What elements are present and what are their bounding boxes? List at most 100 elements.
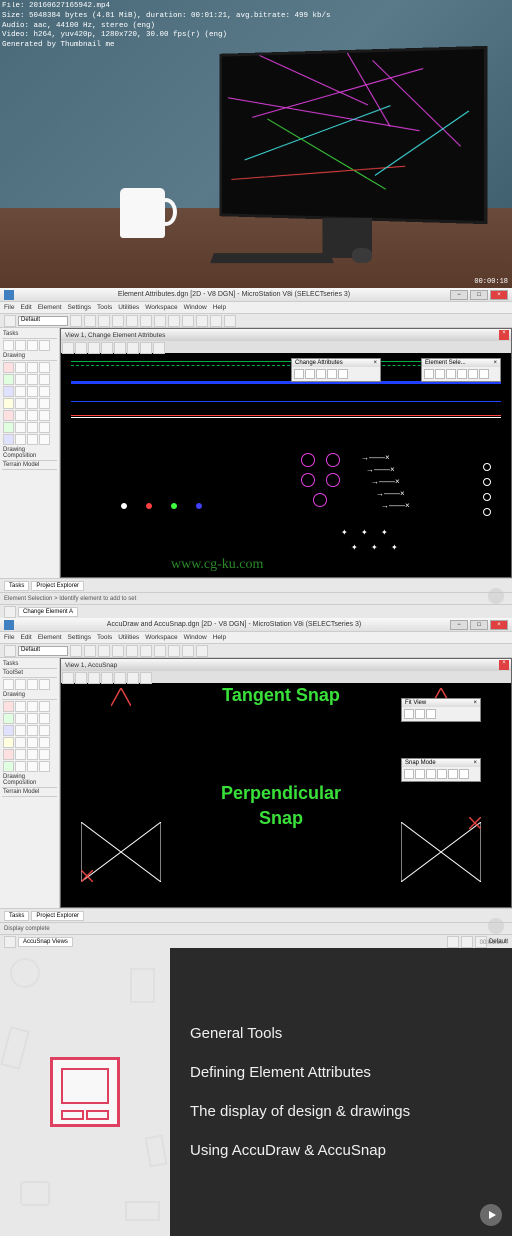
menu-window[interactable]: Window: [184, 304, 207, 311]
tool-icon[interactable]: [27, 761, 38, 772]
tool-button[interactable]: [98, 645, 110, 657]
panel-composition-title[interactable]: Drawing Composition: [2, 773, 57, 788]
viewport-titlebar[interactable]: View 1, AccuSnap ×: [61, 659, 511, 671]
tool-icon[interactable]: [3, 713, 14, 724]
tool-icon[interactable]: [39, 749, 50, 760]
tool-icon[interactable]: [15, 725, 26, 736]
maximize-button[interactable]: □: [470, 620, 488, 630]
tool-icon[interactable]: [3, 422, 14, 433]
menu-file[interactable]: File: [4, 304, 14, 311]
panel-tasks-title[interactable]: Tasks: [2, 660, 57, 669]
tool-button[interactable]: [70, 645, 82, 657]
tool-icon[interactable]: [39, 434, 50, 445]
tool-icon[interactable]: [15, 749, 26, 760]
tool-icon[interactable]: [27, 410, 38, 421]
tab-button[interactable]: [4, 936, 16, 948]
viewport[interactable]: View 1, Change Element Attributes ×: [60, 328, 512, 578]
tool-icon[interactable]: [15, 374, 26, 385]
tool-icon[interactable]: [15, 701, 26, 712]
tool-icon[interactable]: [39, 386, 50, 397]
menu-utilities[interactable]: Utilities: [118, 634, 139, 641]
tool-icon[interactable]: [27, 434, 38, 445]
tool-icon[interactable]: [3, 410, 14, 421]
tool-button[interactable]: [140, 315, 152, 327]
tool-button[interactable]: [4, 645, 16, 657]
panel-close-icon[interactable]: ×: [373, 360, 377, 366]
minimize-button[interactable]: −: [450, 290, 468, 300]
tool-button[interactable]: [84, 315, 96, 327]
tool-icon[interactable]: [15, 398, 26, 409]
tool-icon[interactable]: [3, 340, 14, 351]
tool-icon[interactable]: [3, 749, 14, 760]
tool-button[interactable]: [70, 315, 82, 327]
tool-icon[interactable]: [27, 422, 38, 433]
tool-icon[interactable]: [3, 679, 14, 690]
panel-button[interactable]: [435, 369, 445, 379]
tool-button[interactable]: [4, 315, 16, 327]
panel-button[interactable]: [327, 369, 337, 379]
panel-drawing-title[interactable]: Drawing: [2, 352, 57, 361]
tool-icon[interactable]: [3, 701, 14, 712]
tool-button[interactable]: [196, 315, 208, 327]
bottom-tab[interactable]: AccuSnap Views: [18, 937, 73, 947]
panel-button[interactable]: [479, 369, 489, 379]
close-button[interactable]: ×: [490, 290, 508, 300]
tool-icon[interactable]: [39, 340, 50, 351]
tool-icon[interactable]: [3, 725, 14, 736]
change-attributes-panel[interactable]: Change Attributes×: [291, 358, 381, 382]
tool-icon[interactable]: [27, 725, 38, 736]
tab-tasks[interactable]: Tasks: [4, 911, 29, 921]
tool-icon[interactable]: [15, 340, 26, 351]
tool-icon[interactable]: [15, 410, 26, 421]
tool-icon[interactable]: [39, 701, 50, 712]
bottom-tab[interactable]: Change Element A: [18, 607, 78, 617]
panel-drawing-title[interactable]: Drawing: [2, 691, 57, 700]
menu-element[interactable]: Element: [38, 634, 62, 641]
minimize-button[interactable]: −: [450, 620, 468, 630]
panel-button[interactable]: [457, 369, 467, 379]
close-button[interactable]: ×: [490, 620, 508, 630]
tool-button[interactable]: [112, 315, 124, 327]
tool-icon[interactable]: [27, 737, 38, 748]
tool-button[interactable]: [98, 315, 110, 327]
menu-workspace[interactable]: Workspace: [145, 304, 177, 311]
tool-button[interactable]: [182, 315, 194, 327]
tool-icon[interactable]: [39, 679, 50, 690]
tool-icon[interactable]: [3, 398, 14, 409]
tool-icon[interactable]: [39, 737, 50, 748]
menu-help[interactable]: Help: [213, 304, 226, 311]
tool-icon[interactable]: [3, 761, 14, 772]
panel-button[interactable]: [338, 369, 348, 379]
panel-button[interactable]: [448, 769, 458, 779]
viewport-content[interactable]: Change Attributes× Element Sele...×: [61, 353, 511, 577]
viewport[interactable]: View 1, AccuSnap × Tangent Snap: [60, 658, 512, 908]
tool-icon[interactable]: [39, 374, 50, 385]
style-select[interactable]: Default: [18, 646, 68, 656]
panel-button[interactable]: [305, 369, 315, 379]
tool-icon[interactable]: [27, 362, 38, 373]
tool-button[interactable]: [140, 645, 152, 657]
panel-button[interactable]: [437, 769, 447, 779]
tool-icon[interactable]: [39, 725, 50, 736]
menu-element[interactable]: Element: [38, 304, 62, 311]
tool-button[interactable]: [84, 645, 96, 657]
tool-icon[interactable]: [15, 761, 26, 772]
tool-icon[interactable]: [15, 422, 26, 433]
view-button[interactable]: [461, 936, 473, 948]
tab-project-explorer[interactable]: Project Explorer: [31, 581, 84, 591]
tab-button[interactable]: [4, 606, 16, 618]
snap-mode-panel[interactable]: Snap Mode×: [401, 758, 481, 782]
tool-button[interactable]: [112, 645, 124, 657]
viewport-close-button[interactable]: ×: [499, 330, 509, 340]
style-select[interactable]: Default: [18, 316, 68, 326]
panel-button[interactable]: [426, 769, 436, 779]
tab-project-explorer[interactable]: Project Explorer: [31, 911, 84, 921]
tool-button[interactable]: [168, 645, 180, 657]
menu-settings[interactable]: Settings: [68, 634, 92, 641]
tool-button[interactable]: [126, 645, 138, 657]
panel-button[interactable]: [459, 769, 469, 779]
panel-button[interactable]: [415, 709, 425, 719]
panel-composition-title[interactable]: Drawing Composition: [2, 446, 57, 461]
tool-icon[interactable]: [3, 362, 14, 373]
panel-close-icon[interactable]: ×: [473, 760, 477, 766]
